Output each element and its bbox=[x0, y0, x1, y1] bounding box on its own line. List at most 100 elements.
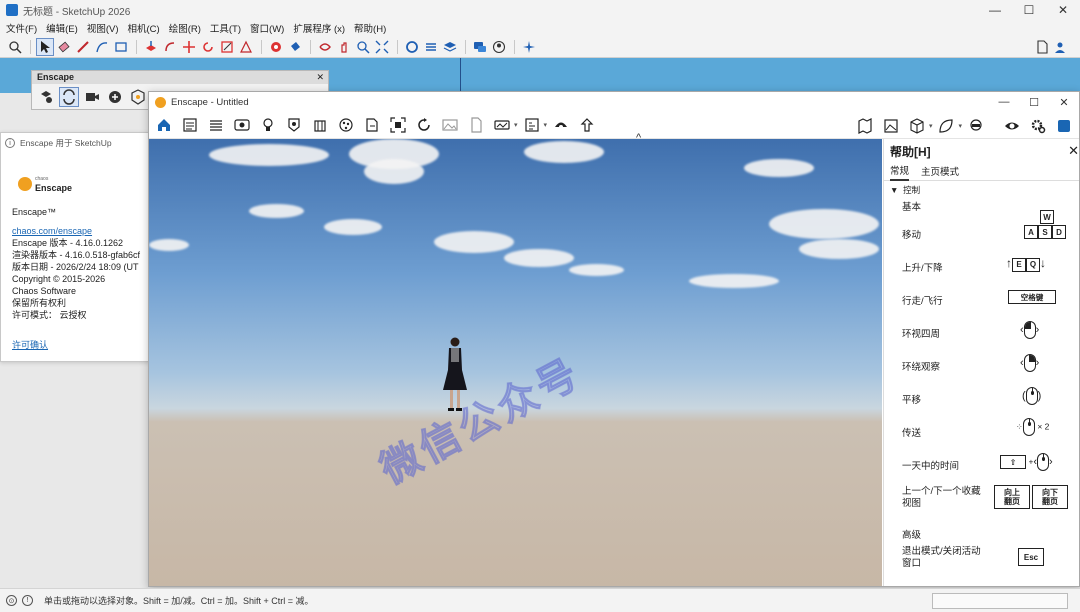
help-label: 行走/飞行 bbox=[902, 296, 943, 307]
sync-icon[interactable] bbox=[413, 114, 435, 136]
file-icon[interactable] bbox=[465, 114, 487, 136]
tape-measure-icon[interactable] bbox=[267, 38, 285, 56]
search-icon[interactable] bbox=[6, 38, 24, 56]
view-icon[interactable] bbox=[231, 114, 253, 136]
account-icon[interactable] bbox=[490, 38, 508, 56]
chevron-down-icon[interactable]: ▾ bbox=[514, 121, 518, 129]
close-icon[interactable]: ✕ bbox=[1049, 92, 1079, 112]
add-icon[interactable] bbox=[105, 87, 125, 107]
exe-export-icon[interactable] bbox=[521, 114, 543, 136]
offset-icon[interactable] bbox=[237, 38, 255, 56]
zoom-extents-icon[interactable] bbox=[373, 38, 391, 56]
pan-icon[interactable] bbox=[335, 38, 353, 56]
scene-list-icon[interactable] bbox=[205, 114, 227, 136]
chevron-down-icon[interactable]: ▾ bbox=[958, 122, 962, 130]
help-header: 帮助[H] ✕ bbox=[884, 139, 1079, 163]
scale-icon[interactable] bbox=[218, 38, 236, 56]
chevron-down-icon[interactable]: ▾ bbox=[929, 122, 933, 130]
info-icon[interactable]: ! bbox=[22, 595, 33, 606]
geo-location-icon[interactable]: ⊙ bbox=[6, 595, 17, 606]
menu-tools[interactable]: 工具(T) bbox=[210, 21, 241, 35]
chevron-down-icon[interactable]: ▾ bbox=[544, 121, 548, 129]
tab-general[interactable]: 常规 bbox=[890, 163, 910, 181]
minimize-icon[interactable]: — bbox=[978, 0, 1012, 20]
gallery-icon[interactable] bbox=[880, 115, 902, 137]
paint-bucket-icon[interactable] bbox=[286, 38, 304, 56]
close-icon[interactable]: ✕ bbox=[1046, 0, 1080, 20]
document-list-icon[interactable] bbox=[179, 114, 201, 136]
orbit-icon[interactable] bbox=[316, 38, 334, 56]
watermark-text: 微信公众号 bbox=[373, 350, 589, 493]
image-icon[interactable] bbox=[439, 114, 461, 136]
menu-draw[interactable]: 绘图(R) bbox=[169, 21, 201, 35]
light-bulb-icon[interactable] bbox=[257, 114, 279, 136]
close-icon[interactable]: ✕ bbox=[316, 71, 324, 84]
screenshot-icon[interactable] bbox=[387, 114, 409, 136]
maximize-icon[interactable]: ☐ bbox=[1012, 0, 1046, 20]
document-icon[interactable] bbox=[1033, 38, 1051, 56]
ai-sparkle-icon[interactable] bbox=[520, 38, 538, 56]
zoom-icon[interactable] bbox=[354, 38, 372, 56]
vr-headset-icon[interactable] bbox=[550, 114, 572, 136]
asset-library-icon[interactable] bbox=[128, 87, 148, 107]
enscape-render-viewport[interactable]: 微信公众号 bbox=[149, 139, 882, 586]
select-tool-icon[interactable] bbox=[36, 37, 54, 56]
push-pull-icon[interactable] bbox=[142, 38, 160, 56]
info-icon: i bbox=[5, 138, 15, 148]
cloud bbox=[209, 144, 329, 166]
start-enscape-icon[interactable] bbox=[36, 87, 56, 107]
measurements-box[interactable] bbox=[932, 593, 1068, 609]
website-link[interactable]: chaos.com/enscape bbox=[12, 225, 149, 237]
maximize-icon[interactable]: ☐ bbox=[1019, 92, 1049, 112]
chat-icon[interactable] bbox=[471, 38, 489, 56]
cloud bbox=[769, 209, 879, 239]
panorama-icon[interactable] bbox=[491, 114, 513, 136]
menu-extensions[interactable]: 扩展程序 (x) bbox=[293, 21, 345, 35]
menu-help[interactable]: 帮助(H) bbox=[354, 21, 386, 35]
menu-camera[interactable]: 相机(C) bbox=[127, 21, 159, 35]
warehouse-icon[interactable] bbox=[403, 38, 421, 56]
upload-icon[interactable] bbox=[576, 114, 598, 136]
eraser-icon[interactable] bbox=[55, 38, 73, 56]
material-icon[interactable] bbox=[335, 114, 357, 136]
user-settings-icon[interactable] bbox=[1052, 38, 1070, 56]
extension-icon[interactable] bbox=[422, 38, 440, 56]
asset-icon[interactable] bbox=[283, 114, 305, 136]
enscape-toolbar-label: Enscape bbox=[37, 72, 75, 82]
pencil-icon[interactable] bbox=[74, 38, 92, 56]
section-controls[interactable]: ▼ 控制 bbox=[884, 181, 1079, 196]
about-enscape-panel: i Enscape 用于 SketchUp chaos Enscape Ensca… bbox=[0, 132, 150, 362]
arc-icon[interactable] bbox=[93, 38, 111, 56]
vr-user-icon[interactable] bbox=[965, 115, 987, 137]
move-icon[interactable] bbox=[180, 38, 198, 56]
cube-icon[interactable] bbox=[906, 115, 928, 137]
follow-me-icon[interactable] bbox=[161, 38, 179, 56]
page-up-key: 向上 翻页 bbox=[994, 485, 1030, 509]
menu-file[interactable]: 文件(F) bbox=[6, 21, 37, 35]
menu-view[interactable]: 视图(V) bbox=[87, 21, 119, 35]
company-text: Chaos Software bbox=[12, 286, 77, 296]
tab-home-mode[interactable]: 主页模式 bbox=[921, 164, 959, 180]
license-confirm-link[interactable]: 许可确认 bbox=[12, 338, 48, 351]
eye-icon[interactable] bbox=[1001, 115, 1023, 137]
help-row-move: 移动 W ASD bbox=[884, 210, 1079, 249]
rotate-icon[interactable] bbox=[199, 38, 217, 56]
double-click-suffix: × 2 bbox=[1037, 421, 1050, 432]
menu-edit[interactable]: 编辑(E) bbox=[46, 21, 78, 35]
extra-toolbar-icon[interactable] bbox=[1053, 115, 1075, 137]
map-icon[interactable] bbox=[854, 115, 876, 137]
minimize-icon[interactable]: — bbox=[989, 92, 1019, 112]
key-group-eq: ↑ E Q ↓ bbox=[1006, 256, 1046, 272]
leaf-icon[interactable] bbox=[935, 115, 957, 137]
settings-gear-icon[interactable] bbox=[1027, 115, 1049, 137]
building-icon[interactable] bbox=[309, 114, 331, 136]
layers-icon[interactable] bbox=[441, 38, 459, 56]
video-camera-icon[interactable] bbox=[82, 87, 102, 107]
home-icon[interactable] bbox=[153, 114, 175, 136]
menu-window[interactable]: 窗口(W) bbox=[250, 21, 284, 35]
live-update-icon[interactable] bbox=[59, 87, 79, 107]
close-icon[interactable]: ✕ bbox=[1068, 143, 1079, 159]
rectangle-icon[interactable] bbox=[112, 38, 130, 56]
help-label: 上升/下降 bbox=[902, 263, 943, 274]
export-icon[interactable] bbox=[361, 114, 383, 136]
